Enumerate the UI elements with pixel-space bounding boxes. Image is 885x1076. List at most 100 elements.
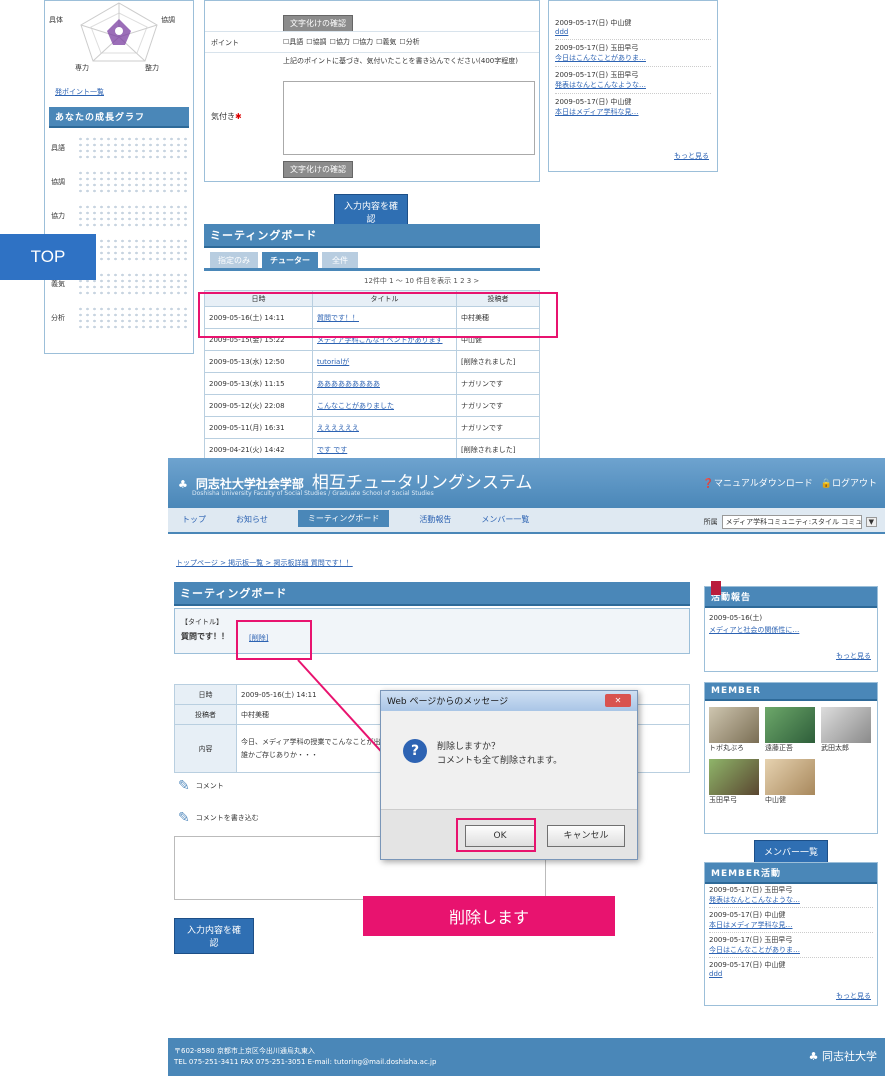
graph-row: 協力 bbox=[51, 199, 189, 233]
member-name: 玉田早弓 bbox=[709, 796, 737, 804]
cancel-button[interactable]: キャンセル bbox=[547, 825, 625, 847]
member-card[interactable]: トボ丸ぶろ bbox=[709, 707, 759, 753]
list-item[interactable]: 2009-05-17(日) 中山健 本日はメディア学科な見… bbox=[555, 94, 711, 120]
list-item[interactable]: 2009-05-17(日) 玉田早弓 発表はなんとこんなような… bbox=[555, 67, 711, 94]
list-item[interactable]: 2009-05-17(日) 玉田早弓 発表はなんとこんなような… bbox=[709, 883, 873, 908]
more-link[interactable]: もっと見る bbox=[836, 651, 871, 661]
write-comment-label: コメントを書き込む bbox=[195, 814, 259, 822]
manual-link[interactable]: ❓マニュアルダウンロード bbox=[703, 476, 813, 489]
list-item[interactable]: 2009-05-17(日) 玉田早弓 今日はこんなことがありま… bbox=[555, 40, 711, 67]
nav-activity[interactable]: 活動報告 bbox=[419, 514, 451, 527]
graph-dots bbox=[77, 204, 189, 228]
point-checkbox[interactable]: ☐具語 bbox=[283, 37, 303, 47]
radar-label: 専力 bbox=[75, 64, 89, 72]
member-name: 中山健 bbox=[765, 796, 786, 804]
row-title[interactable]: あああああああああ bbox=[312, 372, 457, 395]
question-icon: ? bbox=[403, 739, 427, 763]
point-options: ☐具語 ☐協調 ☐協力 ☐協力 ☐義気 ☐分析 bbox=[283, 37, 420, 47]
activity-date: 2009-05-17(日) 中山健 bbox=[709, 961, 786, 969]
detail-label: 投稿者 bbox=[174, 704, 237, 725]
pager[interactable]: 12件中 1 ～ 10 件目を表示 1 2 3 > bbox=[364, 276, 479, 286]
table-row[interactable]: 2009-05-13(水) 12:50 tutorialが [削除されました] bbox=[204, 350, 540, 373]
row-title[interactable]: ええええええ bbox=[312, 416, 457, 439]
write-comment-heading: ✎ コメントを書き込む bbox=[178, 810, 259, 826]
graph-row: 具語 bbox=[51, 131, 189, 165]
charcheck-button-top[interactable]: 文字化けの確認 bbox=[283, 15, 353, 32]
more-link[interactable]: もっと見る bbox=[836, 991, 871, 1001]
entry-text[interactable]: 今日はこんなことがありま… bbox=[555, 53, 711, 63]
charcheck-button-bottom[interactable]: 文字化けの確認 bbox=[283, 161, 353, 178]
point-checkbox[interactable]: ☐協調 bbox=[306, 37, 326, 47]
footer-logo: ♣ 同志社大学 bbox=[808, 1050, 877, 1063]
activity-text[interactable]: ddd bbox=[709, 970, 873, 978]
list-item[interactable]: 2009-05-17(日) 玉田早弓 今日はこんなことがありま… bbox=[709, 933, 873, 958]
graph-row-label: 義気 bbox=[51, 280, 65, 288]
tab-own[interactable]: 指定のみ bbox=[210, 252, 258, 269]
delete-badge: 削除します bbox=[363, 896, 615, 936]
member-list-button[interactable]: メンバー一覧 bbox=[754, 840, 828, 863]
row-author: ナガリンです bbox=[456, 372, 540, 395]
member-card[interactable]: 玉田早弓 bbox=[709, 759, 759, 805]
entry-text[interactable]: 本日はメディア学科な見… bbox=[555, 107, 711, 117]
tab-all[interactable]: 全件 bbox=[322, 252, 358, 269]
table-row[interactable]: 2009-05-11(月) 16:31 ええええええ ナガリンです bbox=[204, 416, 540, 439]
row-date: 2009-05-13(水) 11:15 bbox=[204, 372, 313, 395]
my-graph-title: あなたの成長グラフ bbox=[49, 107, 189, 128]
left-panel: 具体 協調 専力 整力 発ポイント一覧 あなたの成長グラフ 具語 協調 協力 義… bbox=[44, 0, 194, 354]
radar-svg bbox=[80, 2, 158, 62]
point-checkbox[interactable]: ☐分析 bbox=[399, 37, 419, 47]
more-link[interactable]: もっと見る bbox=[674, 151, 709, 161]
nav-top[interactable]: トップ bbox=[182, 514, 206, 527]
activity-date: 2009-05-17(日) 玉田早弓 bbox=[709, 886, 793, 894]
nav-news[interactable]: お知らせ bbox=[236, 514, 268, 527]
member-grid: トボ丸ぶろ 遠藤正吾 武田太郎 玉田早弓 中山健 bbox=[709, 707, 875, 805]
table-row[interactable]: 2009-05-12(火) 22:08 こんなことがありました ナガリンです bbox=[204, 394, 540, 417]
member-card[interactable]: 中山健 bbox=[765, 759, 815, 805]
row-title[interactable]: こんなことがありました bbox=[312, 394, 457, 417]
list-item[interactable]: 2009-05-17(日) 中山健 ddd bbox=[709, 958, 873, 980]
breadcrumb[interactable]: トップページ > 掲示板一覧 > 掲示板詳細 質問です！！ bbox=[176, 558, 353, 568]
list-item[interactable]: 2009-05-17(日) 中山健 本日はメディア学科な見… bbox=[709, 908, 873, 933]
confirm-button[interactable]: 入力内容を確認 bbox=[174, 918, 254, 954]
logout-link[interactable]: 🔒ログアウト bbox=[821, 476, 877, 489]
nav-members[interactable]: メンバー一覧 bbox=[481, 514, 529, 527]
comment-heading: ✎ コメント bbox=[178, 778, 224, 794]
activity-date: 2009-05-17(日) 中山健 bbox=[709, 911, 786, 919]
chevron-down-icon[interactable]: ▼ bbox=[865, 517, 877, 527]
dialog-titlebar: Web ページからのメッセージ ✕ bbox=[381, 691, 637, 711]
tab-tutor[interactable]: チューター bbox=[262, 252, 318, 269]
header-links: ❓マニュアルダウンロード 🔒ログアウト bbox=[703, 476, 877, 489]
point-checkbox[interactable]: ☐協力 bbox=[353, 37, 373, 47]
help-icon: ❓ bbox=[702, 479, 715, 489]
group-select[interactable]: メディア学科コミュニティ:スタイル コミュニティ bbox=[721, 515, 862, 529]
avatar bbox=[709, 707, 759, 743]
point-checkbox[interactable]: ☐協力 bbox=[330, 37, 350, 47]
main-nav: トップ お知らせ ミーティングボード 活動報告 メンバー一覧 所属 メディア学科… bbox=[168, 508, 885, 534]
activity-text[interactable]: 本日はメディア学科な見… bbox=[709, 920, 873, 930]
row-date: 2009-05-13(水) 12:50 bbox=[204, 350, 313, 373]
activity-text[interactable]: 今日はこんなことがありま… bbox=[709, 945, 873, 955]
point-list-link[interactable]: 発ポイント一覧 bbox=[55, 87, 104, 97]
entry-text[interactable]: 発表はなんとこんなような… bbox=[555, 80, 711, 90]
comment-label: コメント bbox=[195, 782, 224, 790]
member-box: MEMBER トボ丸ぶろ 遠藤正吾 武田太郎 玉田早弓 中山健 bbox=[704, 682, 878, 834]
member-card[interactable]: 遠藤正吾 bbox=[765, 707, 815, 753]
lock-icon: 🔒 bbox=[820, 479, 832, 489]
close-icon[interactable]: ✕ bbox=[605, 694, 631, 707]
activity-text[interactable]: 発表はなんとこんなような… bbox=[709, 895, 873, 905]
member-card[interactable]: 武田太郎 bbox=[821, 707, 871, 753]
graph-row: 分析 bbox=[51, 301, 189, 335]
row-title[interactable]: tutorialが bbox=[312, 350, 457, 373]
list-item[interactable]: 2009-05-17(日) 中山健 ddd bbox=[555, 15, 711, 40]
entry-text[interactable]: ddd bbox=[555, 28, 711, 36]
report-title: 活動報告 bbox=[705, 587, 877, 608]
comment-textarea[interactable] bbox=[283, 81, 535, 155]
nav-meeting-board[interactable]: ミーティングボード bbox=[297, 510, 390, 527]
table-row[interactable]: 2009-05-13(水) 11:15 あああああああああ ナガリンです bbox=[204, 372, 540, 395]
report-text[interactable]: メディアと社会の関係性に… bbox=[709, 625, 799, 635]
report-date: 2009-05-16(土) bbox=[709, 614, 763, 622]
entry-date: 2009-05-17(日) 中山健 bbox=[555, 98, 632, 106]
site-footer: 〒602-8580 京都市上京区今出川通烏丸東入 TEL 075-251-341… bbox=[168, 1038, 885, 1076]
row-date: 2009-05-12(火) 22:08 bbox=[204, 394, 313, 417]
point-checkbox[interactable]: ☐義気 bbox=[376, 37, 396, 47]
